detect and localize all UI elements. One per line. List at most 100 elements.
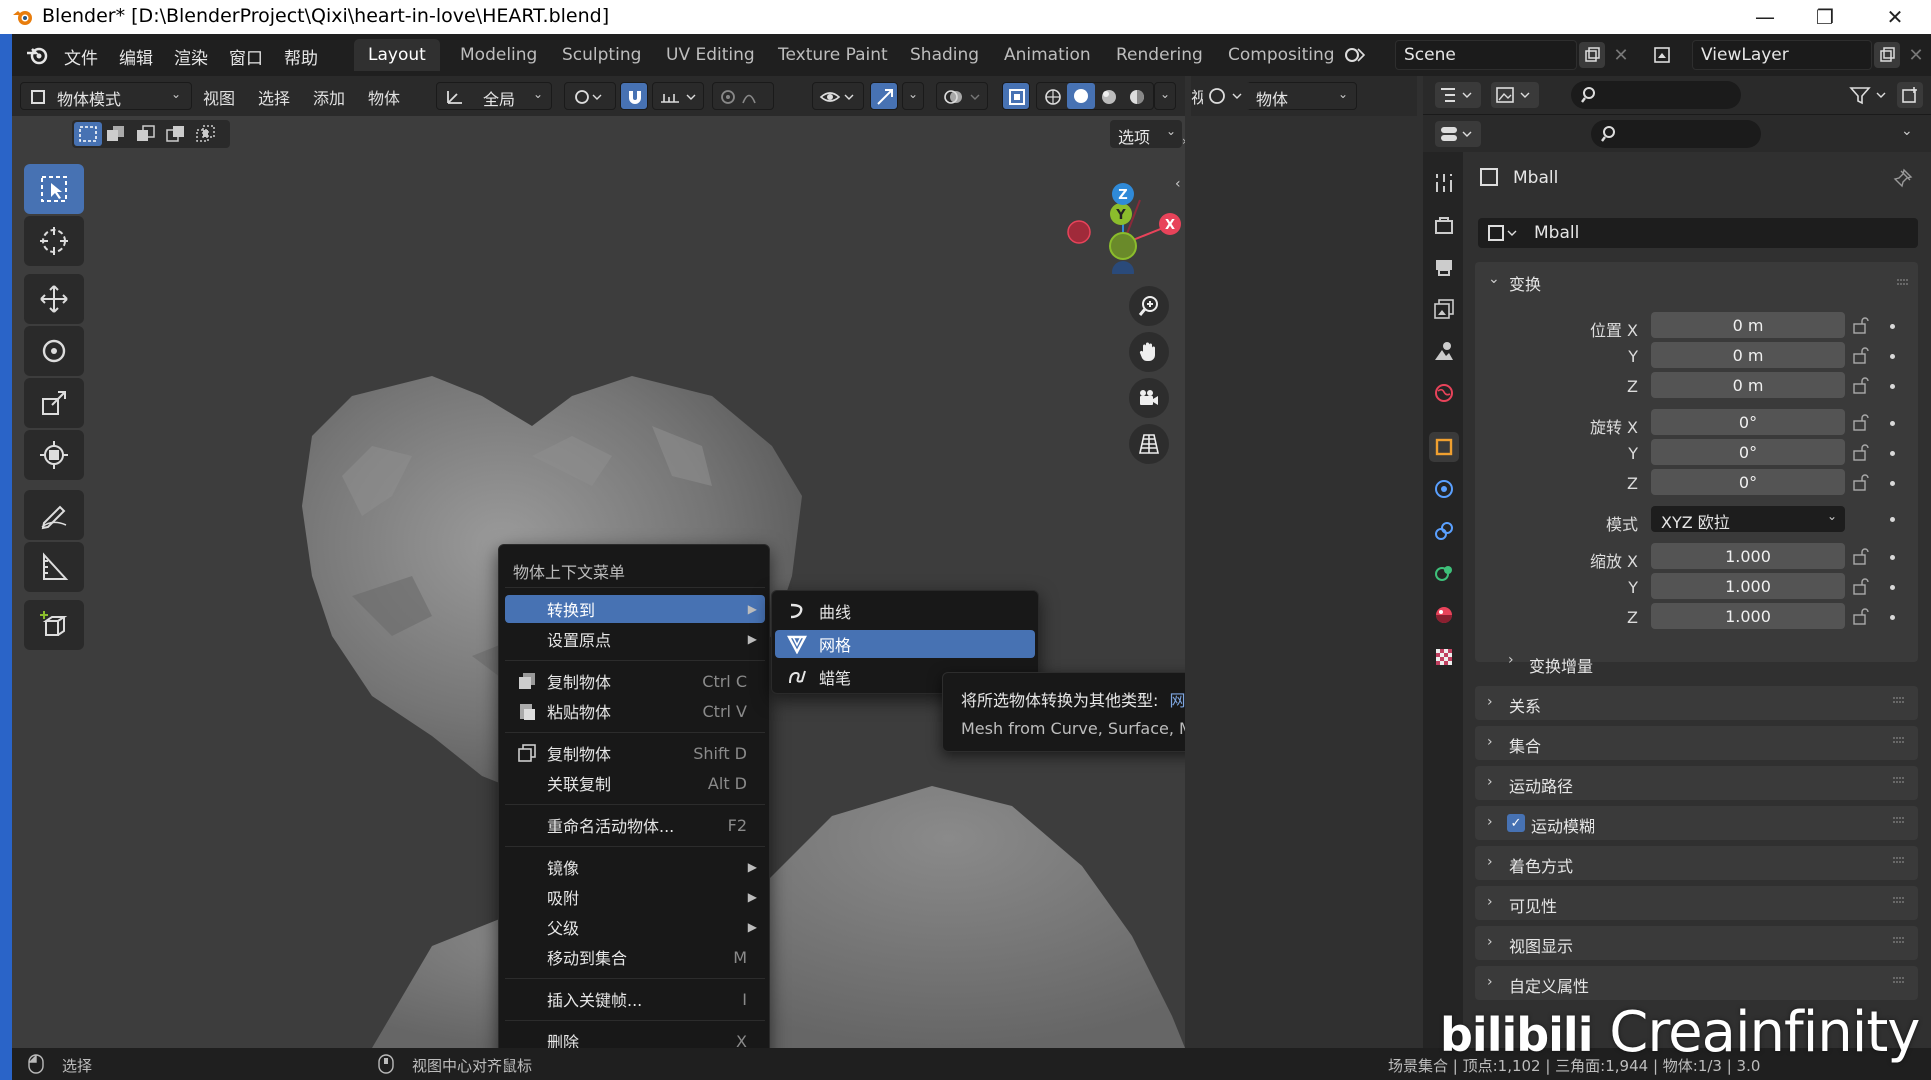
transform-pivot-dropdown[interactable] (1203, 82, 1251, 110)
keyframe-dot[interactable] (1890, 324, 1895, 329)
editor-type-dropdown[interactable] (1435, 121, 1481, 147)
keyframe-dot[interactable] (1890, 451, 1895, 456)
drag-grip-icon[interactable] (1892, 934, 1906, 948)
panel-custom-properties[interactable]: › 自定义属性 (1475, 966, 1918, 1000)
lock-icon[interactable] (1851, 472, 1871, 492)
tool-measure[interactable] (24, 542, 84, 592)
navigation-gizmo[interactable]: Y Z X (1042, 164, 1185, 274)
drag-grip-icon[interactable] (1892, 974, 1906, 988)
tab-world[interactable] (1429, 378, 1459, 408)
rendered-shading-icon[interactable] (1127, 88, 1147, 106)
location-z-field[interactable]: 0 m (1651, 372, 1845, 398)
menu-edit[interactable]: 编辑 (119, 44, 153, 69)
panel-viewport-display[interactable]: › 视图显示 (1475, 926, 1918, 960)
tab-object[interactable] (1429, 432, 1459, 462)
select-extend-icon[interactable] (106, 125, 126, 143)
location-x-field[interactable]: 0 m (1651, 312, 1845, 338)
delta-transform-subpanel[interactable]: 变换增量 (1529, 653, 1593, 677)
menu-item-mirror[interactable]: 镜像 ▶ (505, 853, 765, 881)
pin-icon[interactable] (1893, 168, 1913, 188)
properties-search-input[interactable] (1591, 120, 1761, 148)
lock-icon[interactable] (1851, 412, 1871, 432)
solid-shading-button[interactable] (1067, 83, 1095, 109)
delete-view-layer-icon[interactable]: ✕ (1904, 42, 1928, 68)
chevron-down-icon[interactable]: ⌄ (1488, 271, 1500, 287)
panel-shading[interactable]: › 着色方式 (1475, 846, 1918, 880)
menu-item-insert-keyframe[interactable]: 插入关键帧... I (505, 985, 765, 1013)
snap-toggle[interactable] (620, 82, 648, 110)
menu-item-rename-active[interactable]: 重命名活动物体... F2 (505, 811, 765, 839)
tab-material[interactable] (1429, 600, 1459, 630)
tab-modeling[interactable]: Modeling (446, 39, 551, 71)
drag-grip-icon[interactable] (1892, 774, 1906, 788)
scene-name-field[interactable]: Scene (1395, 40, 1577, 70)
perspective-toggle-button[interactable] (1129, 424, 1169, 464)
outliner-search-input[interactable] (1571, 81, 1741, 109)
tab-output[interactable] (1429, 252, 1459, 282)
tab-shading[interactable]: Shading (896, 39, 993, 71)
tab-rendering[interactable]: Rendering (1102, 39, 1217, 71)
menu-select[interactable]: 选择 (258, 85, 290, 109)
tool-move[interactable] (24, 274, 84, 324)
menu-file[interactable]: 文件 (64, 44, 98, 69)
camera-view-button[interactable] (1129, 378, 1169, 418)
panel-visibility[interactable]: › 可见性 (1475, 886, 1918, 920)
filter-view-dropdown[interactable] (1491, 82, 1539, 108)
keyframe-dot[interactable] (1890, 481, 1895, 486)
proportional-edit[interactable] (712, 82, 774, 110)
menu-window[interactable]: 窗口 (229, 44, 263, 69)
tool-select-box[interactable] (24, 164, 84, 214)
tab-render[interactable] (1429, 210, 1459, 240)
rotation-mode-dropdown[interactable]: XYZ 欧拉 ⌄ (1651, 506, 1845, 532)
transform-orientation-dropdown[interactable]: 全局 ⌄ (436, 82, 552, 110)
keyframe-dot[interactable] (1890, 354, 1895, 359)
menu-item-duplicate-objects[interactable]: 复制物体 Shift D (505, 739, 765, 767)
snap-target-dropdown[interactable] (652, 82, 704, 110)
menu-item-paste-objects[interactable]: 粘贴物体 Ctrl V (505, 697, 765, 725)
material-shading-icon[interactable] (1099, 88, 1119, 106)
gizmo-neg-z-icon[interactable] (1112, 261, 1134, 274)
chevron-right-icon[interactable]: › (1508, 652, 1514, 668)
lock-icon[interactable] (1851, 442, 1871, 462)
gizmo-neg-x-icon[interactable] (1067, 220, 1091, 244)
menu-help[interactable]: 帮助 (284, 44, 318, 69)
overlays-toggle[interactable] (936, 82, 988, 110)
tool-rotate[interactable] (24, 326, 84, 376)
filter-dropdown[interactable] (1847, 82, 1891, 108)
menu-item-parent[interactable]: 父级 ▶ (505, 913, 765, 941)
drag-grip-icon[interactable] (1892, 894, 1906, 908)
motion-blur-checkbox[interactable]: ✓ (1507, 814, 1525, 832)
menu-view[interactable]: 视图 (203, 85, 235, 109)
delete-scene-icon[interactable]: ✕ (1609, 42, 1633, 68)
chevron-down-icon[interactable]: ⌄ (1901, 123, 1913, 139)
select-new-button[interactable] (74, 122, 102, 146)
tab-layout[interactable]: Layout (354, 39, 440, 71)
scale-y-field[interactable]: 1.000 (1651, 573, 1845, 599)
lock-icon[interactable] (1851, 576, 1871, 596)
gizmo-neg-y-icon[interactable] (1109, 232, 1137, 260)
lock-icon[interactable] (1851, 315, 1871, 335)
pivot-point-dropdown[interactable] (564, 82, 616, 110)
tab-physics[interactable] (1429, 474, 1459, 504)
tab-texture[interactable] (1429, 642, 1459, 672)
tab-sculpting[interactable]: Sculpting (548, 39, 655, 71)
new-collection-button[interactable] (1897, 82, 1923, 108)
drag-grip-icon[interactable] (1892, 814, 1906, 828)
lock-icon[interactable] (1851, 375, 1871, 395)
drag-grip-icon[interactable] (1892, 854, 1906, 868)
tab-tool[interactable] (1429, 168, 1459, 198)
tab-texture-paint[interactable]: Texture Paint (764, 39, 902, 71)
gizmo-dropdown[interactable]: ⌄ (902, 82, 924, 110)
location-y-field[interactable]: 0 m (1651, 342, 1845, 368)
tool-annotate[interactable] (24, 490, 84, 540)
drag-grip-icon[interactable] (1892, 734, 1906, 748)
outliner-panel[interactable]: 视图 (1185, 76, 1423, 1048)
tool-transform[interactable] (24, 430, 84, 480)
tab-compositing[interactable]: Compositing (1214, 39, 1349, 71)
drag-grip-icon[interactable] (1896, 275, 1910, 289)
keyframe-dot[interactable] (1890, 615, 1895, 620)
submenu-item-mesh[interactable]: 网格 (775, 630, 1035, 658)
transform-panel-title[interactable]: 变换 (1509, 271, 1541, 295)
menu-item-duplicate-linked[interactable]: 关联复制 Alt D (505, 769, 765, 797)
keyframe-dot[interactable] (1890, 555, 1895, 560)
